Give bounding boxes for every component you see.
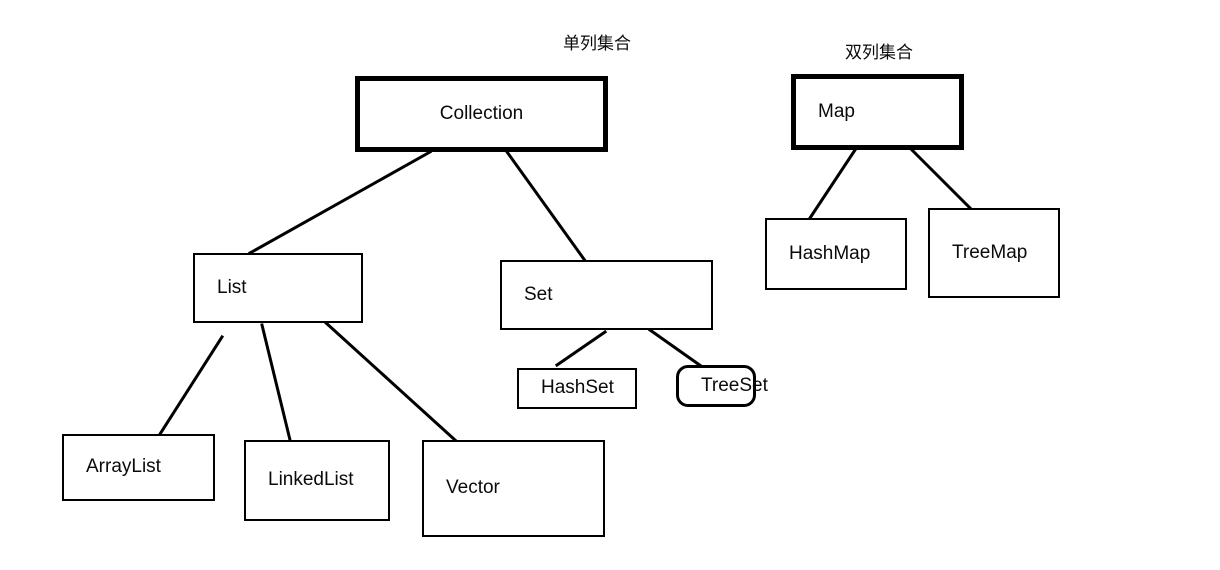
caption-double-column: 双列集合 — [845, 43, 913, 62]
node-label-treemap: TreeMap — [952, 241, 1028, 263]
node-arraylist[interactable]: ArrayList — [62, 434, 215, 501]
edge-list-to-vector — [322, 319, 458, 443]
node-list[interactable]: List — [193, 253, 363, 323]
node-vector[interactable]: Vector — [422, 440, 605, 537]
node-label-hashmap: HashMap — [789, 242, 871, 264]
node-treemap[interactable]: TreeMap — [928, 208, 1060, 298]
node-label-collection: Collection — [439, 102, 524, 124]
edge-set-to-hashset — [554, 329, 608, 368]
node-set[interactable]: Set — [500, 260, 713, 330]
node-collection[interactable]: Collection — [355, 76, 608, 152]
node-hashset[interactable]: HashSet — [517, 368, 637, 409]
node-linkedlist[interactable]: LinkedList — [244, 440, 390, 521]
node-label-vector: Vector — [446, 477, 500, 499]
diagram-canvas: Collection Map List Set HashMap TreeMap HashSe… — [0, 0, 1220, 570]
node-label-list: List — [217, 276, 247, 298]
edge-map-to-treemap — [909, 147, 973, 211]
edge-collection-to-list — [247, 149, 433, 256]
node-map[interactable]: Map — [791, 74, 964, 150]
node-label-map: Map — [818, 100, 855, 122]
edge-collection-to-set — [494, 135, 589, 265]
caption-single-column: 单列集合 — [563, 34, 631, 53]
node-label-set: Set — [524, 283, 553, 305]
node-label-arraylist: ArrayList — [86, 456, 161, 478]
node-label-linkedlist: LinkedList — [268, 469, 354, 491]
node-label-treeset: TreeSet — [701, 374, 768, 396]
edge-map-to-hashmap — [807, 147, 858, 221]
edge-list-to-linkedlist — [260, 323, 292, 442]
node-treeset[interactable]: TreeSet — [676, 365, 768, 407]
edge-list-to-arraylist — [157, 334, 225, 437]
node-hashmap[interactable]: HashMap — [765, 218, 907, 290]
edge-set-to-treeset — [647, 327, 704, 369]
node-label-hashset: HashSet — [541, 377, 614, 399]
